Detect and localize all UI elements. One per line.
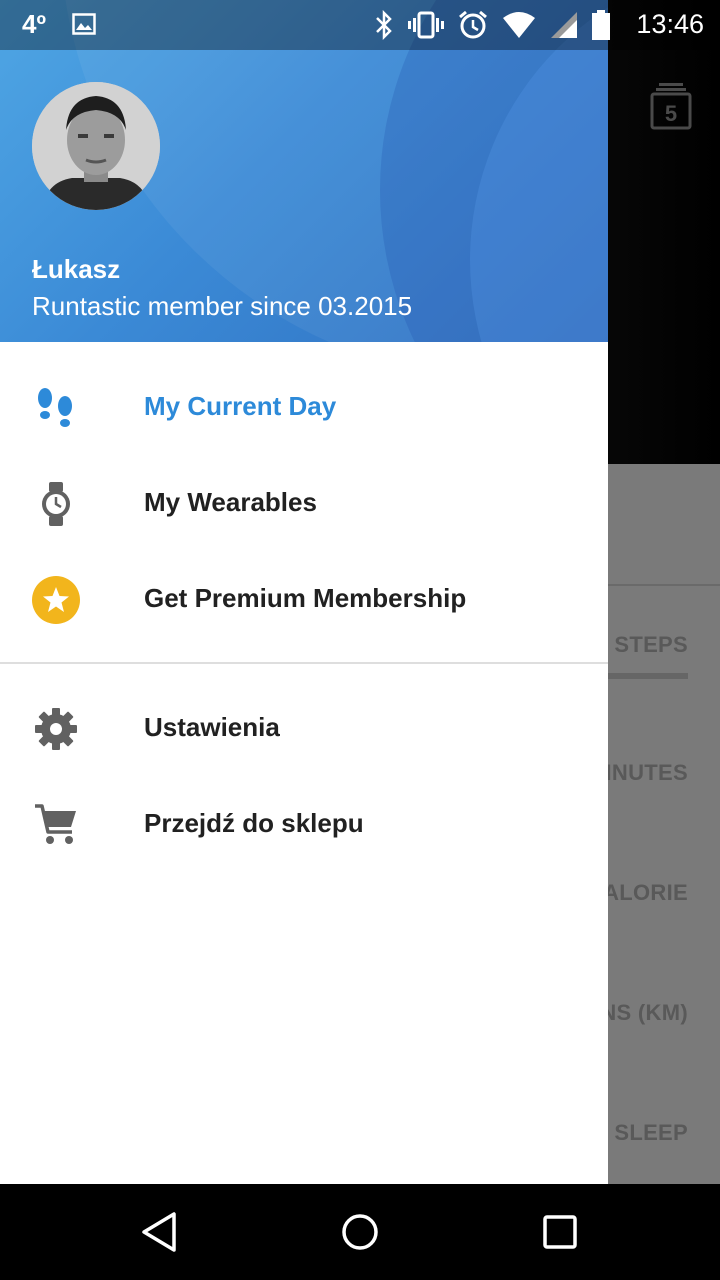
menu-item-settings[interactable]: Ustawienia — [0, 681, 608, 777]
back-icon[interactable] — [134, 1206, 186, 1258]
background-label-calories: ALORIE — [603, 880, 688, 905]
home-icon[interactable] — [334, 1206, 386, 1258]
wifi-icon — [503, 12, 535, 38]
status-bar: 4º 13:46 — [0, 0, 720, 50]
system-navigation-bar — [0, 1184, 720, 1280]
navigation-drawer: Łukasz Runtastic member since 03.2015 My… — [0, 0, 608, 1184]
background-label-distance: NS (KM) — [600, 1000, 688, 1025]
background-divider — [608, 584, 720, 586]
image-notification-icon — [72, 13, 96, 35]
premium-star-icon — [32, 576, 80, 624]
menu-item-my-wearables[interactable]: My Wearables — [0, 456, 608, 552]
cart-icon — [35, 804, 76, 844]
menu-item-get-premium[interactable]: Get Premium Membership — [0, 552, 608, 648]
menu-label: Przejdź do sklepu — [144, 808, 364, 838]
status-icons — [374, 9, 610, 41]
background-label-sleep: SLEEP — [614, 1120, 688, 1145]
avatar-photo — [32, 82, 160, 210]
vibrate-icon — [408, 11, 444, 39]
menu-label: Get Premium Membership — [144, 583, 467, 613]
gear-icon — [35, 708, 77, 750]
calendar-icon[interactable]: 5 — [650, 82, 692, 130]
user-member-since: Runtastic member since 03.2015 — [32, 291, 413, 321]
bluetooth-icon — [376, 10, 392, 40]
recents-icon[interactable] — [534, 1206, 586, 1258]
menu-item-my-current-day[interactable]: My Current Day — [0, 360, 608, 456]
calendar-day: 5 — [665, 101, 677, 126]
status-temperature: 4º — [22, 9, 46, 39]
menu-divider — [0, 662, 608, 664]
drawer-header: Łukasz Runtastic member since 03.2015 — [0, 0, 608, 342]
cell-signal-icon — [551, 12, 577, 38]
menu-label: My Current Day — [144, 391, 337, 421]
battery-icon — [592, 10, 610, 40]
footsteps-icon — [38, 388, 72, 427]
menu-label: My Wearables — [144, 487, 317, 517]
background-label-minutes: INUTES — [605, 760, 688, 785]
menu-item-shop[interactable]: Przejdź do sklepu — [0, 777, 608, 873]
avatar[interactable] — [32, 82, 160, 210]
status-time: 13:46 — [636, 9, 704, 39]
alarm-icon — [459, 10, 487, 39]
background-tab-indicator — [608, 673, 688, 679]
user-name: Łukasz — [32, 254, 121, 284]
menu-label: Ustawienia — [144, 712, 280, 742]
watch-icon — [42, 482, 70, 526]
background-label-steps: STEPS — [614, 632, 688, 657]
